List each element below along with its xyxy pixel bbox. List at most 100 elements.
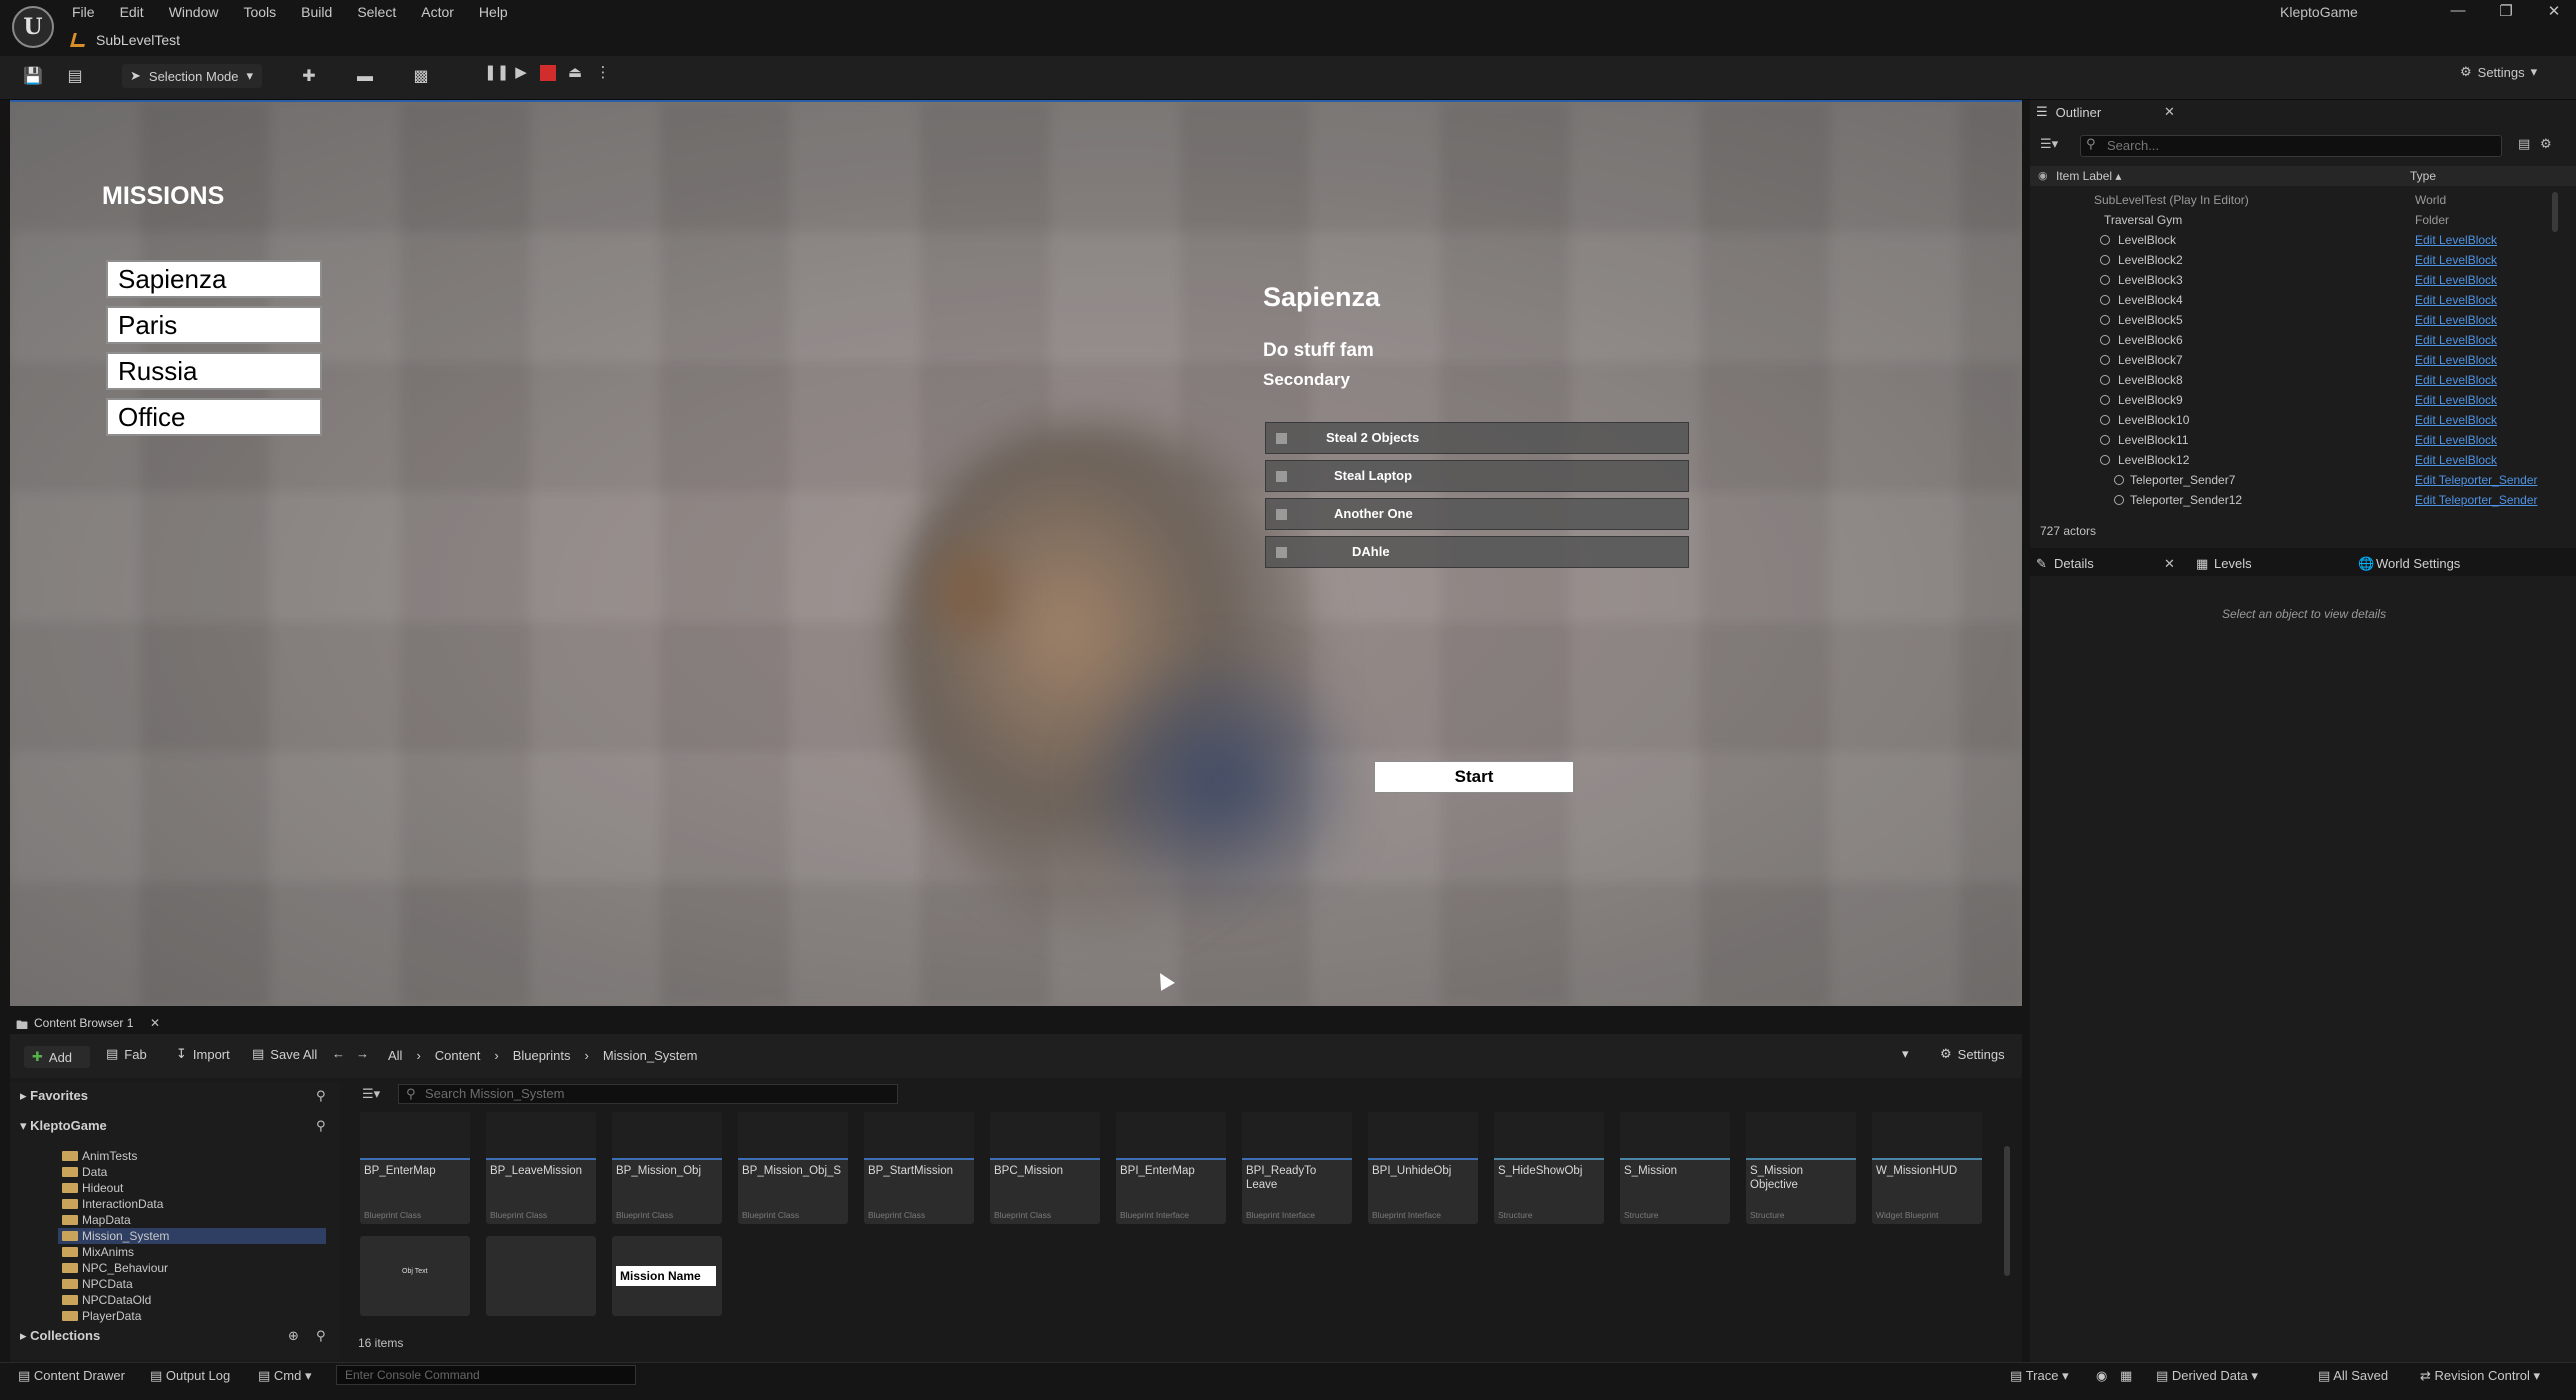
filter-icon[interactable]: ☰▾ [362,1086,380,1102]
favorites-header[interactable]: ▸ Favorites [20,1088,88,1104]
cb-settings-button[interactable]: ⚙ Settings [1940,1046,2005,1062]
outliner-tab[interactable]: ☰ Outliner [2036,104,2101,120]
eject-icon[interactable]: ⏏ [566,64,584,82]
outliner-row[interactable]: LevelBlock12 Edit LevelBlock [2030,450,2550,470]
mission-button-paris[interactable]: Paris [106,306,322,344]
folder-item[interactable]: NPCData [58,1276,326,1292]
menu-file[interactable]: File [72,2,95,24]
folder-item[interactable]: AnimTests [58,1148,326,1164]
more-options-icon[interactable]: ⋮ [594,64,612,82]
objective-checkbox[interactable] [1276,433,1287,444]
trace-button[interactable]: ▤ Trace ▾ [2010,1368,2069,1384]
asset-tile[interactable]: W_MissionHUD Widget Blueprint [1872,1112,1982,1224]
game-viewport[interactable]: MISSIONS Sapienza Paris Russia Office Sa… [10,100,2022,1006]
outliner-search-input[interactable]: Search... [2080,135,2502,157]
col-item-label[interactable]: Item Label ▴ [2056,169,2121,183]
tab-content-browser[interactable]: Content Browser 1 [34,1016,133,1030]
outliner-row[interactable]: LevelBlock11 Edit LevelBlock [2030,430,2550,450]
outliner-row[interactable]: Teleporter_Sender7 Edit Teleporter_Sender [2030,470,2550,490]
outliner-row[interactable]: LevelBlock7 Edit LevelBlock [2030,350,2550,370]
asset-search-input[interactable]: Search Mission_System [398,1084,898,1104]
asset-tile[interactable]: BPI_UnhideObj Blueprint Interface [1368,1112,1478,1224]
objective-row[interactable]: Steal 2 Objects [1265,422,1689,454]
close-icon[interactable]: ✕ [150,1016,160,1030]
asset-tile[interactable]: Obj Text [360,1236,470,1316]
tab-world-settings[interactable]: World Settings [2376,556,2460,571]
objective-row[interactable]: Steal Laptop [1265,460,1689,492]
menu-tools[interactable]: Tools [243,2,276,24]
outliner-row[interactable]: LevelBlock6 Edit LevelBlock [2030,330,2550,350]
restore-icon[interactable]: ❐ [2498,2,2514,20]
asset-grid-scrollbar[interactable] [2004,1146,2010,1276]
folder-item[interactable]: MixAnims [58,1244,326,1260]
cinematics-icon[interactable]: ▩ [410,66,432,88]
add-collection-icon[interactable]: ⊕ [288,1328,299,1344]
asset-tile[interactable]: BP_Mission_Obj Blueprint Class [612,1112,722,1224]
folder-item[interactable]: PlayerData [58,1308,326,1324]
outliner-row[interactable]: LevelBlock5 Edit LevelBlock [2030,310,2550,330]
folder-item-selected[interactable]: Mission_System [58,1228,326,1244]
objective-checkbox[interactable] [1276,547,1287,558]
search-icon[interactable]: ⚲ [316,1088,326,1104]
gear-icon[interactable]: ⚙ [2540,136,2552,152]
search-icon[interactable]: ⚲ [316,1328,326,1344]
asset-tile[interactable]: Mission Name [612,1236,722,1316]
close-icon[interactable]: ✕ [2164,556,2175,572]
menu-select[interactable]: Select [357,2,396,24]
step-icon[interactable]: ▶ [512,64,530,82]
minimize-icon[interactable]: — [2450,2,2466,20]
console-command-input[interactable]: Enter Console Command [336,1365,636,1385]
close-icon[interactable]: ✕ [2546,2,2562,20]
stop-button[interactable] [540,65,556,81]
breadcrumb-mission-system[interactable]: Mission_System [603,1048,698,1063]
mission-button-russia[interactable]: Russia [106,352,322,390]
menu-build[interactable]: Build [301,2,332,24]
outliner-row[interactable]: LevelBlock Edit LevelBlock [2030,230,2550,250]
outliner-row[interactable]: LevelBlock2 Edit LevelBlock [2030,250,2550,270]
tab-levels[interactable]: Levels [2214,556,2252,571]
breadcrumb-all[interactable]: All [388,1048,402,1063]
blueprint-icon[interactable]: ▬ [354,66,376,88]
search-icon[interactable]: ⚲ [316,1118,326,1134]
folder-item[interactable]: Data [58,1164,326,1180]
collections-header[interactable]: ▸ Collections [20,1328,100,1344]
save-all-button[interactable]: ▤ Save All [252,1046,317,1062]
folder-item[interactable]: NPC_Behaviour [58,1260,326,1276]
level-tab[interactable]: SubLevelTest [70,28,180,52]
project-root[interactable]: ▾ KleptoGame [20,1118,107,1134]
revision-control-button[interactable]: ⇄ Revision Control ▾ [2420,1368,2540,1384]
browse-icon[interactable]: ▤ [64,66,86,88]
import-button[interactable]: ↧ Import [176,1046,230,1062]
asset-tile[interactable]: BP_StartMission Blueprint Class [864,1112,974,1224]
close-icon[interactable]: ✕ [2164,104,2175,120]
add-folder-icon[interactable]: ▤ [2518,136,2530,152]
breadcrumb-blueprints[interactable]: Blueprints [513,1048,571,1063]
outliner-row[interactable]: LevelBlock9 Edit LevelBlock [2030,390,2550,410]
start-button[interactable]: Start [1374,761,1574,793]
outliner-row[interactable]: Teleporter_Sender12 Edit Teleporter_Sende… [2030,490,2550,510]
folder-item[interactable]: InteractionData [58,1196,326,1212]
asset-tile[interactable]: BPC_Mission Blueprint Class [990,1112,1100,1224]
record-icon[interactable]: ◉ [2096,1368,2107,1384]
chevron-down-icon[interactable]: ▾ [1902,1046,1909,1062]
pause-icon[interactable]: ❚❚ [484,64,509,82]
settings-button[interactable]: ⚙ Settings ▾ [2460,64,2537,80]
objective-checkbox[interactable] [1276,471,1287,482]
col-type[interactable]: Type [2410,169,2436,183]
camera-icon[interactable]: ▦ [2120,1368,2132,1384]
cmd-dropdown[interactable]: ▤ Cmd ▾ [258,1368,312,1384]
breadcrumb-content[interactable]: Content [435,1048,481,1063]
menu-window[interactable]: Window [169,2,219,24]
tab-details[interactable]: Details [2054,556,2094,571]
asset-tile[interactable]: S_HideShowObj Structure [1494,1112,1604,1224]
outliner-row[interactable]: LevelBlock10 Edit LevelBlock [2030,410,2550,430]
asset-tile[interactable]: BP_LeaveMission Blueprint Class [486,1112,596,1224]
outliner-row[interactable]: SubLevelTest (Play In Editor) World [2030,190,2550,210]
outliner-row[interactable]: LevelBlock4 Edit LevelBlock [2030,290,2550,310]
asset-tile[interactable]: BPI_EnterMap Blueprint Interface [1116,1112,1226,1224]
asset-tile[interactable]: BP_EnterMap Blueprint Class [360,1112,470,1224]
asset-tile[interactable]: S_Mission Structure [1620,1112,1730,1224]
outliner-row[interactable]: Traversal Gym Folder [2030,210,2550,230]
asset-tile[interactable]: S_Mission Objective Structure [1746,1112,1856,1224]
objective-row[interactable]: DAhle [1265,536,1689,568]
